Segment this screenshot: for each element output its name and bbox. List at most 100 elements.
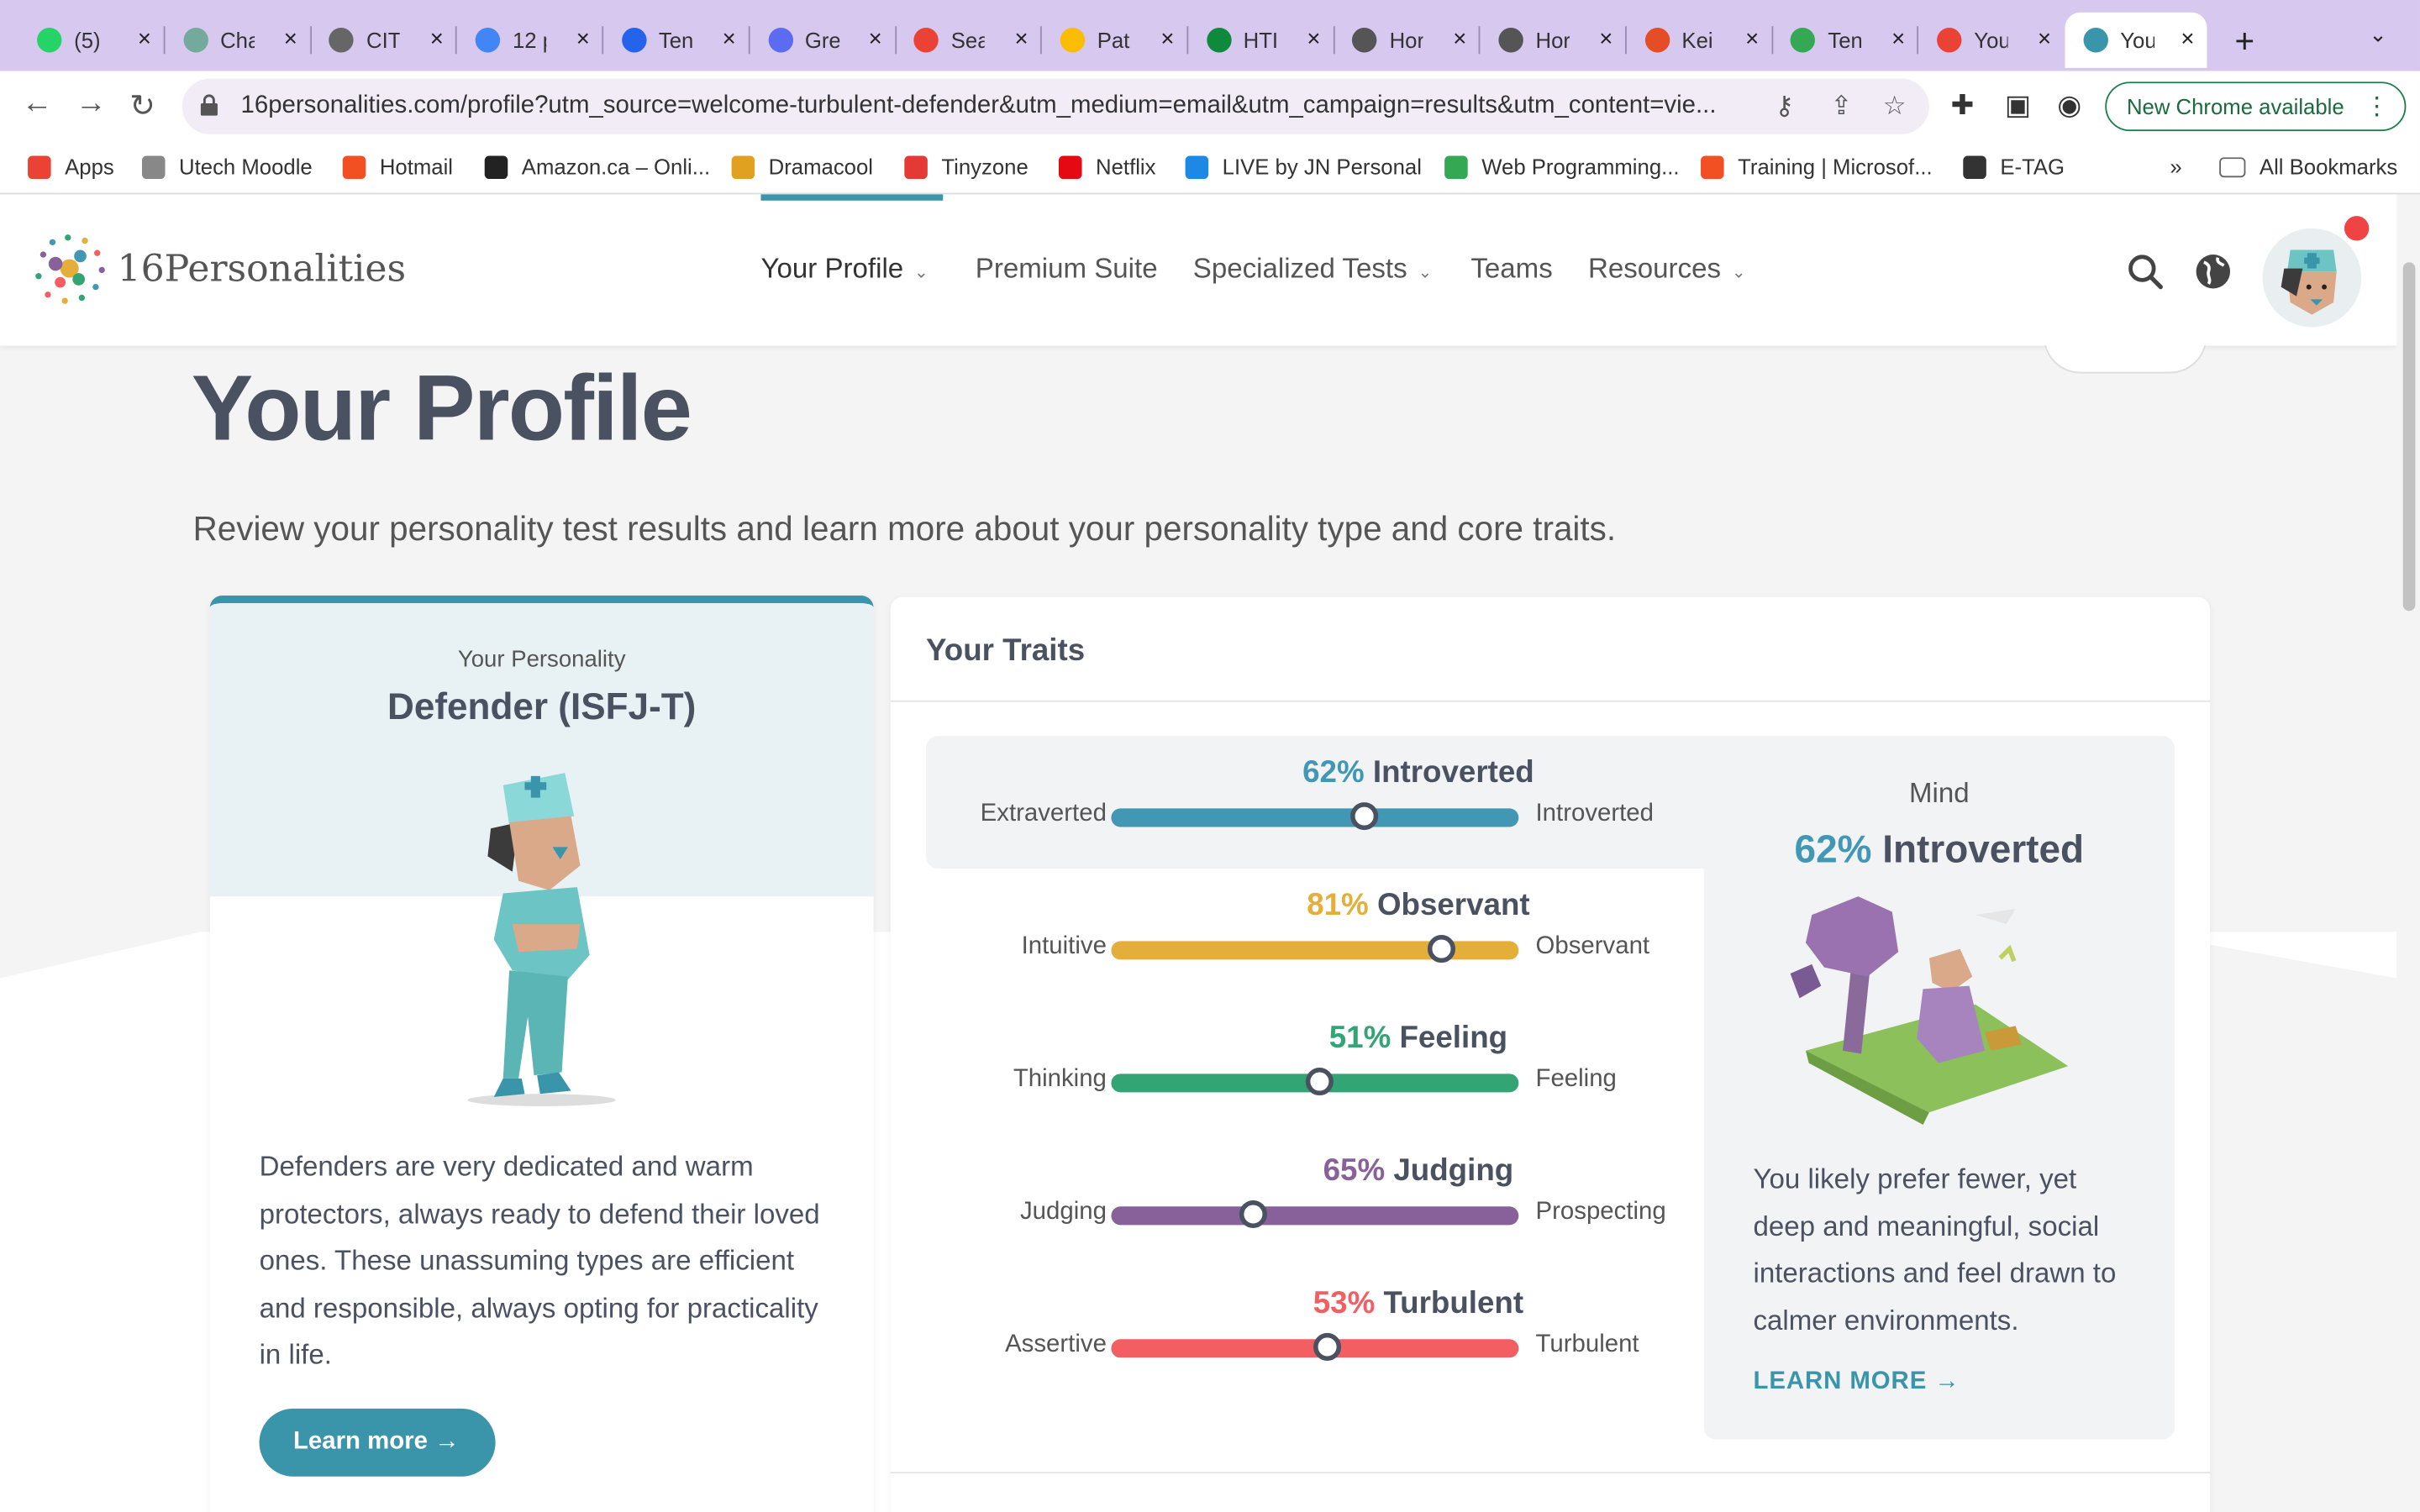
trait-bar <box>1111 808 1519 827</box>
trait-row[interactable]: 62% Introverted Extraverted Introverted <box>891 756 1708 848</box>
more-vert-icon[interactable]: ⋮ <box>2365 91 2389 122</box>
browser-tab[interactable]: Ten × <box>603 13 750 68</box>
browser-tab[interactable]: Ten × <box>1772 13 1919 68</box>
chrome-update-label: New Chrome available <box>2126 94 2344 119</box>
bookmark-item[interactable]: Web Programming... <box>1444 155 1680 179</box>
tab-search-button[interactable]: ⌄ <box>2369 22 2387 48</box>
all-bookmarks-label: All Bookmarks <box>2259 154 2398 180</box>
nav-item-teams[interactable]: Teams <box>1470 253 1552 286</box>
browser-tab[interactable]: Hor × <box>1334 13 1481 68</box>
bookmark-item[interactable]: Hotmail <box>342 155 453 179</box>
trait-row[interactable]: 51% Feeling Thinking Feeling <box>891 1021 1708 1114</box>
trait-bar <box>1111 941 1519 960</box>
chrome-update-button[interactable]: New Chrome available ⋮ <box>2105 81 2407 132</box>
bookmark-label: Netflix <box>1096 154 1156 180</box>
close-tab-icon[interactable]: × <box>576 26 590 52</box>
extensions-icon[interactable]: ✚ <box>1951 90 1975 123</box>
bookmark-star-icon[interactable]: ☆ <box>1883 91 1907 122</box>
bookmark-favicon-icon <box>731 155 755 179</box>
close-tab-icon[interactable]: × <box>1307 26 1320 52</box>
bookmark-item[interactable]: LIVE by JN Personal <box>1185 155 1422 179</box>
trait-left-label: Assertive <box>1005 1331 1107 1358</box>
key-icon[interactable]: ⚷ <box>1775 91 1794 122</box>
brand-name[interactable]: 16Personalities <box>118 247 406 290</box>
close-tab-icon[interactable]: × <box>430 26 444 52</box>
bookmark-item[interactable]: E-TAG <box>1963 155 2065 179</box>
browser-tab[interactable]: Cha × <box>165 13 312 68</box>
nav-item-resources[interactable]: Resources ⌄ <box>1588 253 1746 286</box>
page-scrollbar[interactable] <box>2396 194 2420 1512</box>
nav-item-label: Your Profile <box>760 253 904 284</box>
close-tab-icon[interactable]: × <box>1599 26 1612 52</box>
browser-tab[interactable]: Sea × <box>896 13 1043 68</box>
new-tab-button[interactable]: + <box>2235 22 2255 62</box>
bookmark-item[interactable]: Tinyzone <box>904 155 1028 179</box>
personality-type[interactable]: Defender (ISFJ-T) <box>210 686 874 729</box>
trait-heading: 81% Observant <box>1110 889 1728 924</box>
header-action-button[interactable] <box>2043 345 2207 374</box>
browser-tab[interactable]: HTI × <box>1188 13 1334 68</box>
search-icon[interactable] <box>2127 253 2164 290</box>
close-tab-icon[interactable]: × <box>284 26 297 52</box>
close-tab-icon[interactable]: × <box>869 26 882 52</box>
close-tab-icon[interactable]: × <box>723 26 736 52</box>
trait-row[interactable]: 65% Judging Judging Prospecting <box>891 1154 1708 1247</box>
nav-item-your-profile[interactable]: Your Profile ⌄ <box>760 253 928 286</box>
browser-tab[interactable]: You × <box>1918 13 2064 68</box>
close-tab-icon[interactable]: × <box>2038 26 2051 52</box>
address-bar[interactable]: 16personalities.com/profile?utm_source=w… <box>182 78 1929 134</box>
close-tab-icon[interactable]: × <box>1014 26 1028 52</box>
nav-item-specialized-tests[interactable]: Specialized Tests ⌄ <box>1193 253 1433 286</box>
personality-description: Defenders are very dedicated and warm pr… <box>259 1151 820 1370</box>
bookmarks-overflow-button[interactable]: » <box>2170 155 2181 179</box>
browser-tab[interactable]: 12 p × <box>457 13 604 68</box>
browser-tab[interactable]: Pat × <box>1042 13 1189 68</box>
globe-icon[interactable] <box>2195 253 2232 290</box>
tab-favicon-icon <box>767 28 793 53</box>
side-panel-icon[interactable]: ▣ <box>2005 90 2031 123</box>
bookmark-label: Apps <box>65 154 114 180</box>
close-tab-icon[interactable]: × <box>1453 26 1466 52</box>
bookmark-item[interactable]: Netflix <box>1058 154 1156 180</box>
bookmark-label: Utech Moodle <box>179 154 313 180</box>
close-tab-icon[interactable]: × <box>1891 26 1905 52</box>
browser-tab[interactable]: Gre × <box>750 13 897 68</box>
close-tab-icon[interactable]: × <box>2181 26 2194 52</box>
bookmark-item[interactable]: Apps <box>28 155 114 179</box>
close-tab-icon[interactable]: × <box>138 26 151 52</box>
nav-item-label: Resources <box>1587 253 1722 284</box>
trait-left-label: Judging <box>1019 1199 1107 1226</box>
bookmark-label: Dramacool <box>768 154 874 180</box>
scrollbar-thumb[interactable] <box>2402 262 2416 612</box>
trait-name: Turbulent <box>1383 1286 1524 1321</box>
share-icon[interactable]: ⇪ <box>1830 91 1852 122</box>
close-tab-icon[interactable]: × <box>1745 26 1759 52</box>
trait-row[interactable]: 81% Observant Intuitive Observant <box>891 889 1708 981</box>
bookmark-item[interactable]: Training | Microsof... <box>1701 155 1933 179</box>
url-text[interactable]: 16personalities.com/profile?utm_source=w… <box>241 92 1754 120</box>
profile-icon[interactable]: ◉ <box>2057 90 2081 123</box>
close-tab-icon[interactable]: × <box>1160 26 1174 52</box>
back-icon[interactable]: ← <box>22 87 53 122</box>
browser-tab[interactable]: Kei × <box>1626 13 1773 68</box>
tab-favicon-icon <box>1206 28 1231 53</box>
bookmark-item[interactable]: Amazon.ca – Onli... <box>484 155 710 179</box>
trait-percent: 53% <box>1313 1286 1376 1321</box>
browser-tab[interactable]: CIT × <box>311 13 458 68</box>
learn-more-button[interactable]: Learn more → <box>259 1408 496 1477</box>
trait-row[interactable]: 53% Turbulent Assertive Turbulent <box>891 1287 1708 1379</box>
browser-tab[interactable]: Hor × <box>1480 13 1627 68</box>
browser-tab[interactable]: You × <box>2065 12 2207 68</box>
tab-title: Ten <box>658 28 693 53</box>
bookmark-item[interactable]: Dramacool <box>731 154 874 180</box>
trait-learn-more-link[interactable]: LEARN MORE → <box>1753 1368 1960 1396</box>
trait-bar-marker <box>1349 802 1378 831</box>
16personalities-logo-icon[interactable] <box>34 233 105 304</box>
user-avatar[interactable] <box>2262 228 2362 328</box>
reload-icon[interactable]: ↻ <box>129 87 155 125</box>
browser-tab[interactable]: (5) × <box>18 13 166 68</box>
bookmark-item[interactable]: Utech Moodle <box>141 154 313 180</box>
nav-item-premium-suite[interactable]: Premium Suite <box>976 253 1158 286</box>
all-bookmarks-button[interactable]: All Bookmarks <box>2219 155 2397 179</box>
forward-icon[interactable]: → <box>76 87 107 122</box>
